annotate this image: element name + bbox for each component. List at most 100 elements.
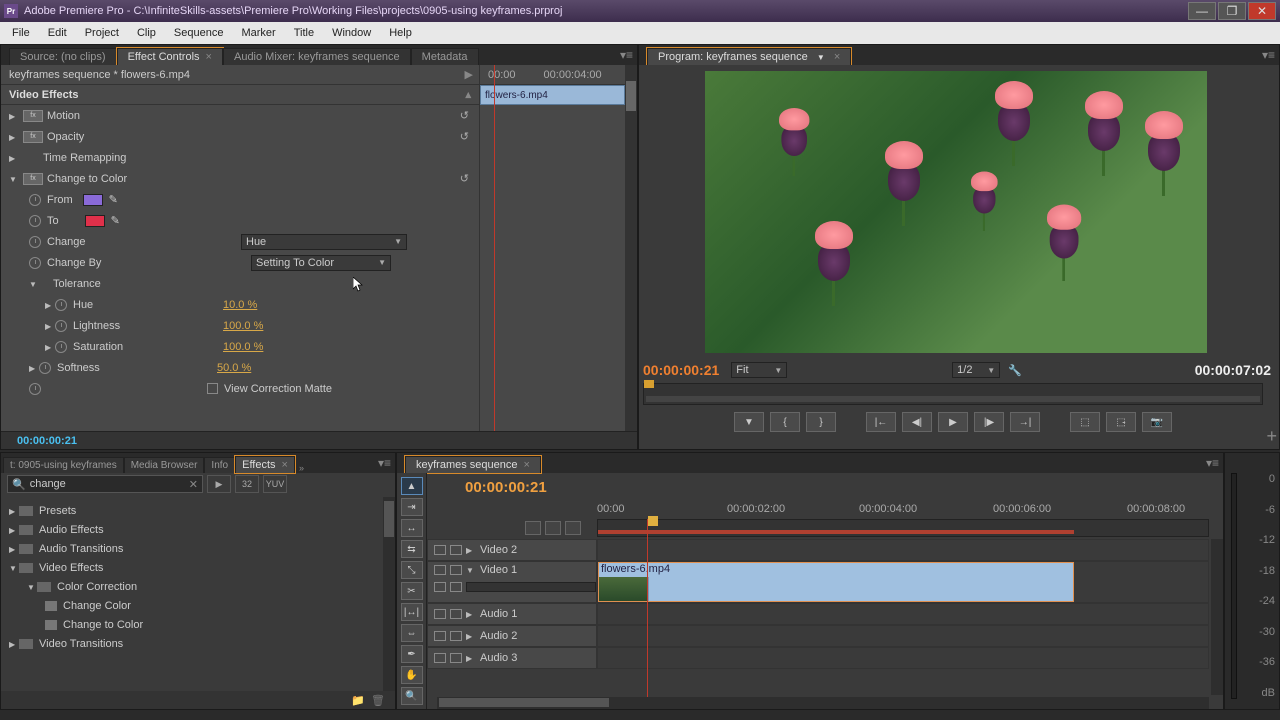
tab-media-browser[interactable]: Media Browser (124, 457, 205, 473)
effect-change-to-color-row[interactable]: fx Change to Color ↺ (1, 168, 479, 189)
rolling-edit-tool[interactable]: ⇆ (401, 540, 423, 558)
change-dropdown[interactable]: Hue ▼ (241, 234, 407, 250)
panel-menu-icon[interactable]: ▾≡ (1262, 48, 1275, 62)
effect-motion-row[interactable]: fx Motion ↺ (1, 105, 479, 126)
panel-menu-icon[interactable]: ▾≡ (620, 48, 633, 62)
close-icon[interactable]: × (206, 51, 212, 63)
fx-badge-icon[interactable]: fx (23, 173, 43, 185)
mark-in-button[interactable]: { (770, 412, 800, 432)
effect-opacity-row[interactable]: fx Opacity ↺ (1, 126, 479, 147)
vcm-checkbox[interactable] (207, 383, 218, 394)
lock-icon[interactable] (450, 545, 462, 555)
ec-playhead[interactable] (494, 65, 495, 431)
disclosure-icon[interactable] (29, 278, 39, 290)
timeline-playhead[interactable] (647, 519, 648, 697)
tree-change-color[interactable]: Change Color (1, 596, 381, 615)
fx-badge-icon[interactable]: fx (23, 131, 43, 143)
menu-title[interactable]: Title (286, 25, 322, 41)
lift-button[interactable]: ⬚ (1070, 412, 1100, 432)
tree-presets[interactable]: Presets (1, 501, 381, 520)
tab-project[interactable]: t: 0905-using keyframes (3, 457, 124, 473)
overflow-icon[interactable]: » (299, 463, 304, 473)
disclosure-icon[interactable] (9, 173, 19, 185)
panel-menu-icon[interactable]: ▾≡ (1206, 456, 1219, 470)
tab-program[interactable]: Program: keyframes sequence ▼ × (647, 48, 851, 65)
panel-menu-icon[interactable]: ▾≡ (378, 456, 391, 470)
new-bin-icon[interactable]: 📁 (351, 694, 365, 707)
chevron-down-icon[interactable]: ▼ (817, 53, 825, 62)
menu-marker[interactable]: Marker (233, 25, 283, 41)
disclosure-icon[interactable] (9, 131, 19, 143)
menu-project[interactable]: Project (77, 25, 127, 41)
toggle-icon[interactable] (450, 582, 462, 592)
tab-metadata[interactable]: Metadata (411, 48, 479, 65)
param-tolerance-row[interactable]: Tolerance (1, 273, 479, 294)
menu-sequence[interactable]: Sequence (166, 25, 232, 41)
settings-icon[interactable]: 🔧 (1008, 364, 1022, 377)
stopwatch-icon[interactable] (55, 320, 67, 332)
program-video-display[interactable] (705, 71, 1207, 353)
disclosure-icon[interactable] (9, 110, 19, 122)
go-to-out-button[interactable]: →| (1010, 412, 1040, 432)
disclosure-icon[interactable] (466, 652, 476, 664)
track-select-tool[interactable]: ⇥ (401, 498, 423, 516)
playhead-marker-icon[interactable] (644, 380, 654, 388)
eye-icon[interactable] (434, 545, 446, 555)
stopwatch-icon[interactable] (29, 257, 41, 269)
menu-edit[interactable]: Edit (40, 25, 75, 41)
ec-clip-block[interactable]: flowers-6.mp4 (480, 85, 625, 105)
disclosure-icon[interactable] (466, 608, 476, 620)
playhead-marker-icon[interactable] (648, 516, 658, 526)
lock-icon[interactable] (450, 565, 462, 575)
menu-window[interactable]: Window (324, 25, 379, 41)
tree-color-correction[interactable]: Color Correction (1, 577, 381, 596)
effects-search-input[interactable]: 🔍 change ✕ (7, 475, 203, 493)
timeline-scrubber[interactable] (597, 519, 1209, 537)
tree-audio-effects[interactable]: Audio Effects (1, 520, 381, 539)
minimize-button[interactable]: — (1188, 2, 1216, 20)
ripple-edit-tool[interactable]: ↔ (401, 519, 423, 537)
pen-tool[interactable]: ✒ (401, 645, 423, 663)
timeline-timecode[interactable]: 00:00:00:21 (465, 479, 547, 496)
tree-video-transitions[interactable]: Video Transitions (1, 634, 381, 653)
keyframe-mode-dropdown[interactable] (466, 582, 596, 592)
add-button-icon[interactable]: + (1266, 426, 1277, 447)
disclosure-icon[interactable] (29, 362, 39, 374)
fit-dropdown[interactable]: Fit▼ (731, 362, 787, 378)
tree-video-effects[interactable]: Video Effects (1, 558, 381, 577)
speaker-icon[interactable] (434, 653, 446, 663)
close-icon[interactable]: × (834, 51, 840, 63)
eyedropper-icon[interactable]: ✎ (109, 193, 118, 206)
timeline-vertical-scrollbar[interactable] (1211, 539, 1223, 695)
chevron-right-icon[interactable]: ▶ (465, 68, 473, 81)
lightness-value[interactable]: 100.0 % (223, 320, 263, 332)
tab-effect-controls[interactable]: Effect Controls× (117, 48, 223, 65)
speaker-icon[interactable] (434, 631, 446, 641)
snap-icon[interactable] (525, 521, 541, 535)
timeline-ruler[interactable]: 00:00 00:00:02:00 00:00:04:00 00:00:06:0… (597, 503, 1209, 517)
accelerated-fx-icon[interactable]: ▶ (207, 475, 231, 493)
tab-sequence[interactable]: keyframes sequence× (405, 456, 541, 473)
menu-clip[interactable]: Clip (129, 25, 164, 41)
selection-tool[interactable]: ▲ (401, 477, 423, 495)
close-button[interactable]: ✕ (1248, 2, 1276, 20)
fx-badge-icon[interactable]: fx (23, 110, 43, 122)
menu-help[interactable]: Help (381, 25, 420, 41)
rate-stretch-tool[interactable]: ⤡ (401, 561, 423, 579)
ec-current-time[interactable]: 00:00:00:21 (17, 435, 77, 447)
stopwatch-icon[interactable] (39, 362, 51, 374)
tab-audio-mixer[interactable]: Audio Mixer: keyframes sequence (223, 48, 411, 65)
delete-icon[interactable]: 🗑 (371, 694, 385, 707)
track-header-a1[interactable]: Audio 1 (427, 603, 597, 625)
reset-icon[interactable]: ↺ (460, 109, 469, 122)
disclosure-icon[interactable] (466, 630, 476, 642)
eyedropper-icon[interactable]: ✎ (111, 214, 120, 227)
timeline-clip[interactable]: flowers-6.mp4 (598, 562, 1074, 602)
toggle-icon[interactable] (434, 582, 446, 592)
disclosure-icon[interactable] (45, 341, 55, 353)
disclosure-icon[interactable] (45, 299, 55, 311)
step-back-button[interactable]: ◀| (902, 412, 932, 432)
hue-value[interactable]: 10.0 % (223, 299, 257, 311)
tab-info[interactable]: Info (204, 457, 235, 473)
go-to-in-button[interactable]: |← (866, 412, 896, 432)
